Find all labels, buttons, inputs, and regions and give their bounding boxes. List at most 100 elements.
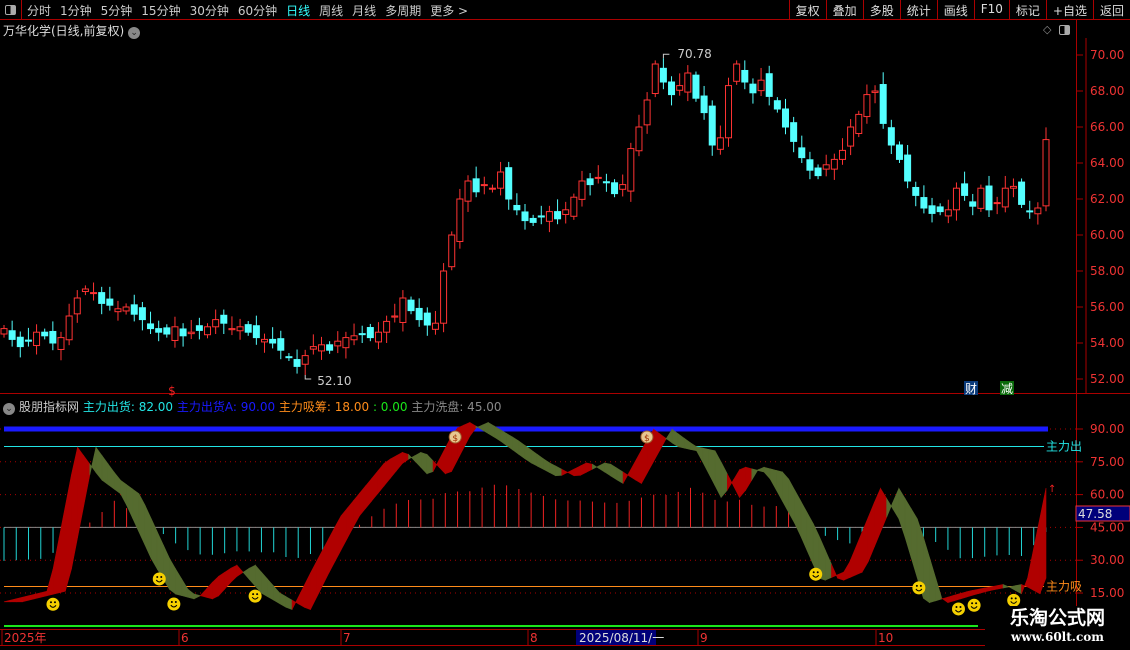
ribbon-segment (837, 571, 845, 581)
candle-body (1034, 207, 1042, 215)
candle-body (228, 328, 236, 331)
smiley-icon (809, 567, 823, 581)
ribbon-segment (432, 459, 440, 472)
low-price-label: 52.10 (317, 374, 351, 388)
candle-body (90, 292, 98, 295)
candle-body (24, 339, 32, 342)
indicator-name[interactable]: 股朋指标网 (19, 400, 79, 414)
ribbon-segment (653, 428, 661, 462)
finance-badge-label: 财 (965, 382, 977, 396)
ribbon-segment (255, 564, 262, 594)
smiley-eye (160, 575, 163, 578)
ribbon-segment (126, 484, 134, 519)
candle-body (81, 288, 89, 293)
indicator-value: 主力出货: 82.00 (82, 400, 177, 414)
ribbon-segment (794, 489, 802, 537)
candle-body (488, 187, 496, 190)
smiley-face (912, 581, 926, 595)
candle-body (1042, 139, 1050, 207)
ribbon-segment (776, 470, 783, 502)
smiley-icon (951, 602, 965, 616)
smiley-eye (959, 605, 962, 608)
candle-body (741, 69, 749, 83)
smiley-eye (156, 575, 159, 578)
ribbon-segment (635, 450, 642, 484)
candle-body (106, 298, 114, 306)
ribbon-segment (383, 458, 391, 487)
kline-chart[interactable]: 70.00 68.00 66.00 64.00 62.00 60.00 58.00 56.00… (0, 0, 1130, 650)
ribbon-segment (28, 593, 35, 601)
dividend-marker: $ (168, 384, 176, 398)
candle-body (65, 315, 73, 341)
ribbon-segment (972, 588, 979, 596)
ribbon-segment (71, 447, 78, 570)
candle-body (1009, 185, 1017, 189)
ribbon-segment (83, 454, 91, 507)
ribbon-segment (359, 485, 366, 517)
candle-body (757, 79, 765, 92)
candle-body (464, 180, 472, 202)
ribbon-segment (806, 512, 814, 565)
ribbon-segment (95, 446, 103, 482)
candle-body (773, 100, 781, 110)
indicator-axis-label: 45.00 (1090, 520, 1124, 534)
smiley-icon (912, 581, 926, 595)
ribbon-segment (800, 500, 808, 551)
candle-body (358, 333, 366, 336)
watermark: 乐淘公式网 www.60lt.com (985, 606, 1130, 650)
candle-body (936, 206, 944, 213)
ribbon-segment (353, 492, 360, 528)
candle-body (440, 270, 448, 324)
ribbon-segment (622, 471, 630, 484)
ribbon-segment (316, 549, 324, 598)
ribbon-segment (328, 526, 336, 574)
smiley-face (152, 572, 166, 586)
candle-body (594, 176, 602, 179)
candle-body (863, 94, 871, 118)
candle-body (521, 211, 529, 222)
high-marker (662, 53, 670, 59)
ribbon-segment (150, 518, 158, 571)
ribbon-segment (573, 465, 581, 477)
ribbon-segment (984, 586, 992, 593)
candle-body (98, 292, 106, 304)
candle-body (130, 304, 138, 315)
candle-body (798, 147, 806, 159)
candle-body (725, 85, 733, 139)
chevron-down-icon[interactable]: ⌄ (3, 403, 15, 415)
ribbon-segment (365, 477, 373, 510)
price-axis-label: 66.00 (1090, 120, 1124, 134)
ribbon-segment (199, 588, 207, 598)
ribbon-segment (15, 596, 23, 603)
candle-body (554, 211, 562, 220)
candle-body (635, 126, 643, 152)
candle-body (374, 331, 382, 343)
ribbon-segment (218, 571, 225, 597)
price-axis-label: 64.00 (1090, 156, 1124, 170)
ribbon-segment (561, 468, 569, 476)
indicator-axis-label: 75.00 (1090, 455, 1124, 469)
ribbon-segment (58, 506, 66, 594)
candle-body (668, 81, 676, 96)
ribbon-segment (935, 577, 943, 602)
candle-body (692, 74, 700, 99)
ribbon-segment (389, 455, 397, 480)
candle-body (708, 105, 716, 146)
smiley-eye (174, 601, 177, 604)
candle-body (497, 171, 505, 189)
up-arrow-icon: ↑ (1048, 484, 1056, 495)
ribbon-segment (831, 564, 838, 579)
smiley-face (967, 598, 981, 612)
ribbon-segment (9, 598, 17, 603)
ribbon-segment (52, 537, 60, 595)
candle-body (293, 359, 301, 367)
ribbon-segment (671, 428, 679, 448)
smiley-icon (967, 598, 981, 612)
ribbon-segment (77, 446, 84, 538)
ribbon-segment (481, 422, 489, 435)
smiley-face (248, 589, 262, 603)
ribbon-segment (684, 437, 691, 450)
ribbon-segment (861, 517, 869, 574)
ribbon-segment (89, 447, 97, 475)
ribbon-segment (898, 487, 906, 538)
